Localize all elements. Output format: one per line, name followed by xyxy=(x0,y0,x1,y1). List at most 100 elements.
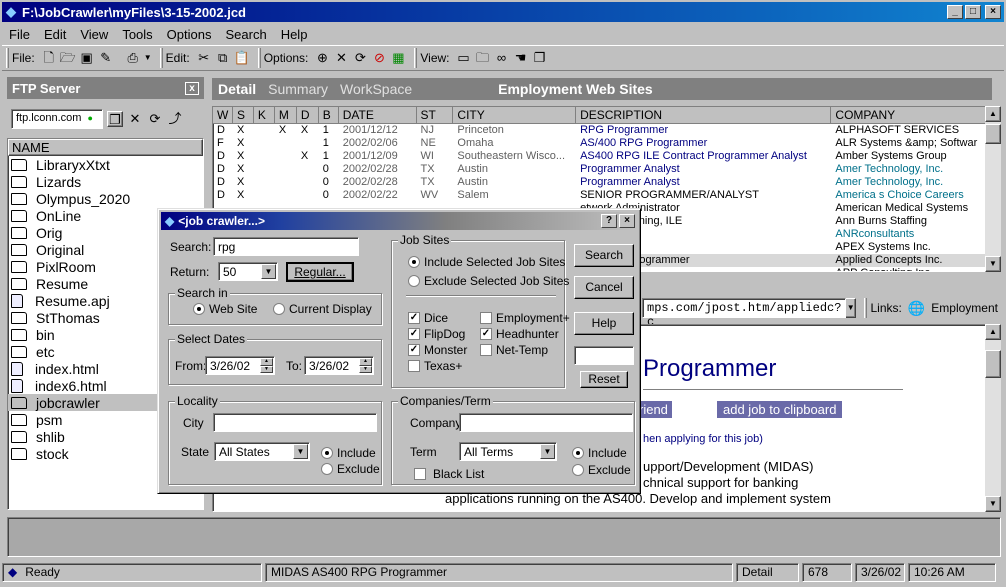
tab-summary[interactable]: Summary xyxy=(262,81,334,97)
column-header[interactable]: M xyxy=(274,107,297,124)
close-button[interactable]: × xyxy=(985,5,1001,19)
dialog-close-button[interactable]: × xyxy=(619,214,635,228)
from-date-input[interactable]: 3/26/02 ▲ ▼ xyxy=(205,356,275,375)
copy-icon[interactable]: ⧉ xyxy=(215,50,231,66)
column-header[interactable]: W xyxy=(213,107,233,124)
hand-icon[interactable]: ☚ xyxy=(513,50,529,66)
to-date-spinner[interactable]: ▲ ▼ xyxy=(359,358,372,373)
site-checkbox-flipdog[interactable]: ✓ FlipDog xyxy=(408,327,465,341)
menu-search[interactable]: Search xyxy=(218,27,273,42)
table-row[interactable]: D X 0 2002/02/28 TX Austin Programmer Analyst A… xyxy=(213,176,997,189)
browser-scroll-thumb[interactable] xyxy=(985,350,1001,378)
palette-icon[interactable]: ▦ xyxy=(390,50,406,66)
black-list-checkbox[interactable]: Black List xyxy=(414,467,484,481)
column-header[interactable]: CITY xyxy=(453,107,577,124)
menu-edit[interactable]: Edit xyxy=(37,27,73,42)
cut-icon[interactable]: ✂ xyxy=(196,50,212,66)
browser-scroll-down-icon[interactable]: ▼ xyxy=(985,496,1001,512)
return-dropdown-icon[interactable]: ▼ xyxy=(261,264,276,279)
city-input[interactable] xyxy=(213,413,377,432)
include-sites-radio[interactable]: Include Selected Job Sites xyxy=(408,255,565,269)
dialog-cancel-button[interactable]: Cancel xyxy=(574,276,634,299)
tab-workspace[interactable]: WorkSpace xyxy=(334,81,418,97)
term-include-radio[interactable]: Include xyxy=(572,446,627,460)
dialog-help-button[interactable]: ? xyxy=(601,214,617,228)
scroll-thumb[interactable] xyxy=(985,124,1001,144)
search-globe-icon[interactable]: ⊕ xyxy=(314,50,330,66)
binoculars-icon[interactable]: ∞ xyxy=(494,50,510,66)
current-display-radio[interactable]: Current Display xyxy=(273,302,372,316)
site-checkbox-headhunter[interactable]: ✓ Headhunter xyxy=(480,327,559,341)
ftp-close-button[interactable]: x xyxy=(185,81,199,95)
ftp-list-item[interactable]: Olympus_2020 xyxy=(8,190,203,207)
dialog-reset-button[interactable]: Reset xyxy=(580,371,628,388)
menu-view[interactable]: View xyxy=(73,27,115,42)
open-folder-icon[interactable]: 🗁 xyxy=(60,50,76,66)
menu-file[interactable]: File xyxy=(2,27,37,42)
column-header[interactable]: K xyxy=(253,107,275,124)
term-select[interactable]: All Terms ▼ xyxy=(459,442,557,461)
site-checkbox-monster[interactable]: ✓ Monster xyxy=(408,343,467,357)
browser-scrollbar[interactable]: ▲ ▼ xyxy=(985,324,1001,512)
ftp-up-folder-icon[interactable]: ⤴ xyxy=(167,111,183,127)
url-dropdown-icon[interactable]: ▼ xyxy=(845,298,856,318)
table-row[interactable]: D X X 1 2001/12/09 WI Southeastern Wisco... AS4… xyxy=(213,150,997,163)
add-to-clipboard-button[interactable]: add job to clipboard xyxy=(717,401,843,418)
column-header[interactable]: S xyxy=(232,107,254,124)
email-friend-button[interactable]: riend xyxy=(639,401,672,418)
return-select[interactable]: 50 ▼ xyxy=(218,262,278,281)
scroll-down-icon[interactable]: ▼ xyxy=(985,256,1001,272)
attach-icon[interactable]: ✎ xyxy=(98,50,114,66)
from-date-spinner[interactable]: ▲ ▼ xyxy=(260,358,273,373)
to-date-input[interactable]: 3/26/02 ▲ ▼ xyxy=(304,356,374,375)
web-site-radio[interactable]: Web Site xyxy=(193,302,257,316)
term-exclude-radio[interactable]: Exclude xyxy=(572,463,631,477)
site-checkbox-dice[interactable]: ✓ Dice xyxy=(408,311,448,325)
locality-exclude-radio[interactable]: Exclude xyxy=(321,462,380,476)
minimize-button[interactable]: _ xyxy=(947,5,963,19)
window-icon[interactable]: ▭ xyxy=(456,50,472,66)
ftp-list-item[interactable]: Lizards xyxy=(8,173,203,190)
folder-icon[interactable]: 🗀 xyxy=(475,50,491,66)
ftp-disconnect-icon[interactable]: ✕ xyxy=(127,111,143,127)
dialog-search-button[interactable]: Search xyxy=(574,244,634,267)
links-employment[interactable]: Employment xyxy=(931,301,998,315)
column-header[interactable]: DESCRIPTION xyxy=(576,107,832,124)
site-checkbox-employment[interactable]: Employment+ xyxy=(480,311,570,325)
ftp-connect-icon[interactable]: ❐ xyxy=(107,111,123,127)
browser-scroll-up-icon[interactable]: ▲ xyxy=(985,324,1001,340)
table-row[interactable]: D X X X 1 2001/12/12 NJ Princeton RPG Programmer… xyxy=(213,124,997,137)
table-row[interactable]: D X 0 2002/02/22 WV Salem SENIOR PROGRAMMER/AN… xyxy=(213,189,997,202)
menu-help[interactable]: Help xyxy=(274,27,315,42)
table-row[interactable]: F X 1 2002/02/06 NE Omaha AS/400 RPG Programme… xyxy=(213,137,997,150)
column-header[interactable]: D xyxy=(296,107,319,124)
save-icon[interactable]: ▣ xyxy=(79,50,95,66)
maximize-button[interactable]: □ xyxy=(965,5,981,19)
ftp-name-header[interactable]: NAME xyxy=(8,139,203,156)
table-scrollbar[interactable]: ▲ ▼ xyxy=(985,106,1001,272)
company-input[interactable] xyxy=(459,413,633,432)
print-icon[interactable]: ⎙ xyxy=(125,50,141,66)
scroll-up-icon[interactable]: ▲ xyxy=(985,106,1001,122)
ftp-refresh-icon[interactable]: ⟳ xyxy=(147,111,163,127)
menu-tools[interactable]: Tools xyxy=(115,27,159,42)
column-header[interactable]: ST xyxy=(416,107,454,124)
site-checkbox-nettemp[interactable]: Net-Temp xyxy=(480,343,548,357)
menu-options[interactable]: Options xyxy=(160,27,219,42)
tab-detail[interactable]: Detail xyxy=(212,81,262,97)
exclude-sites-radio[interactable]: Exclude Selected Job Sites xyxy=(408,274,569,288)
state-dropdown-icon[interactable]: ▼ xyxy=(293,444,308,459)
new-file-icon[interactable]: 🗋 xyxy=(41,50,57,66)
term-dropdown-icon[interactable]: ▼ xyxy=(540,444,555,459)
column-header[interactable]: B xyxy=(318,107,339,124)
locality-include-radio[interactable]: Include xyxy=(321,446,376,460)
ftp-server-field[interactable]: ftp.lconn.com ● xyxy=(11,109,103,129)
column-header[interactable]: DATE xyxy=(338,107,417,124)
print-dropdown-icon[interactable]: ▼ xyxy=(144,50,152,66)
column-header[interactable]: COMPANY xyxy=(831,107,997,124)
filter-icon[interactable]: ⊘ xyxy=(371,50,387,66)
ftp-list-item[interactable]: LibraryxXtxt xyxy=(8,156,203,173)
pages-icon[interactable]: ❐ xyxy=(532,50,548,66)
dialog-help-button-2[interactable]: Help xyxy=(574,312,634,335)
paste-icon[interactable]: 📋 xyxy=(234,50,250,66)
